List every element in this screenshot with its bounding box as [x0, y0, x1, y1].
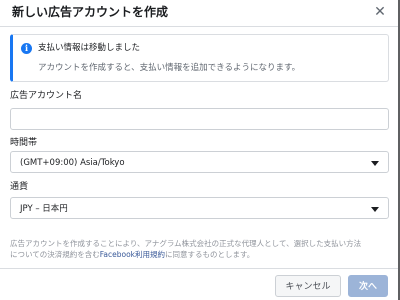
- terms-line-2-suffix: に同意するものとします。: [165, 250, 255, 259]
- timezone-value: (GMT+09:00) Asia/Tokyo: [20, 158, 125, 168]
- notice-title: 支払い情報は移動しました: [38, 43, 141, 53]
- terms-text: 広告アカウントを作成することにより、アナグラム株式会社の正式な代理人として、選択…: [10, 238, 392, 260]
- timezone-select[interactable]: (GMT+09:00) Asia/Tokyo: [10, 151, 389, 173]
- terms-line-2-prefix: についての決済規約を含む: [10, 250, 100, 259]
- terms-line-2: についての決済規約を含むFacebook利用規約に同意するものとします。: [10, 249, 392, 260]
- close-icon[interactable]: ✕: [372, 4, 388, 20]
- currency-value: JPY – 日本円: [20, 204, 68, 214]
- chevron-down-icon: [371, 161, 379, 166]
- header-divider: [0, 26, 398, 27]
- timezone-label: 時間帯: [10, 138, 38, 148]
- next-button[interactable]: 次へ: [348, 275, 388, 297]
- facebook-terms-link[interactable]: Facebook利用規約: [100, 250, 165, 259]
- footer-divider: [0, 268, 398, 269]
- currency-select[interactable]: JPY – 日本円: [10, 197, 389, 219]
- currency-label: 通貨: [10, 182, 29, 192]
- cancel-button[interactable]: キャンセル: [275, 275, 341, 297]
- create-ad-account-dialog: 新しい広告アカウントを作成 ✕ i 支払い情報は移動しました アカウントを作成す…: [0, 0, 398, 300]
- payment-moved-notice: i 支払い情報は移動しました アカウントを作成すると、支払い情報を追加できるよう…: [10, 34, 389, 82]
- dialog-title: 新しい広告アカウントを作成: [12, 5, 169, 19]
- info-icon: i: [21, 43, 32, 54]
- account-name-input[interactable]: [10, 108, 389, 130]
- account-name-label: 広告アカウント名: [10, 91, 83, 101]
- chevron-down-icon: [371, 207, 379, 212]
- notice-body: アカウントを作成すると、支払い情報を追加できるようになります。: [38, 63, 301, 73]
- terms-line-1: 広告アカウントを作成することにより、アナグラム株式会社の正式な代理人として、選択…: [10, 239, 362, 248]
